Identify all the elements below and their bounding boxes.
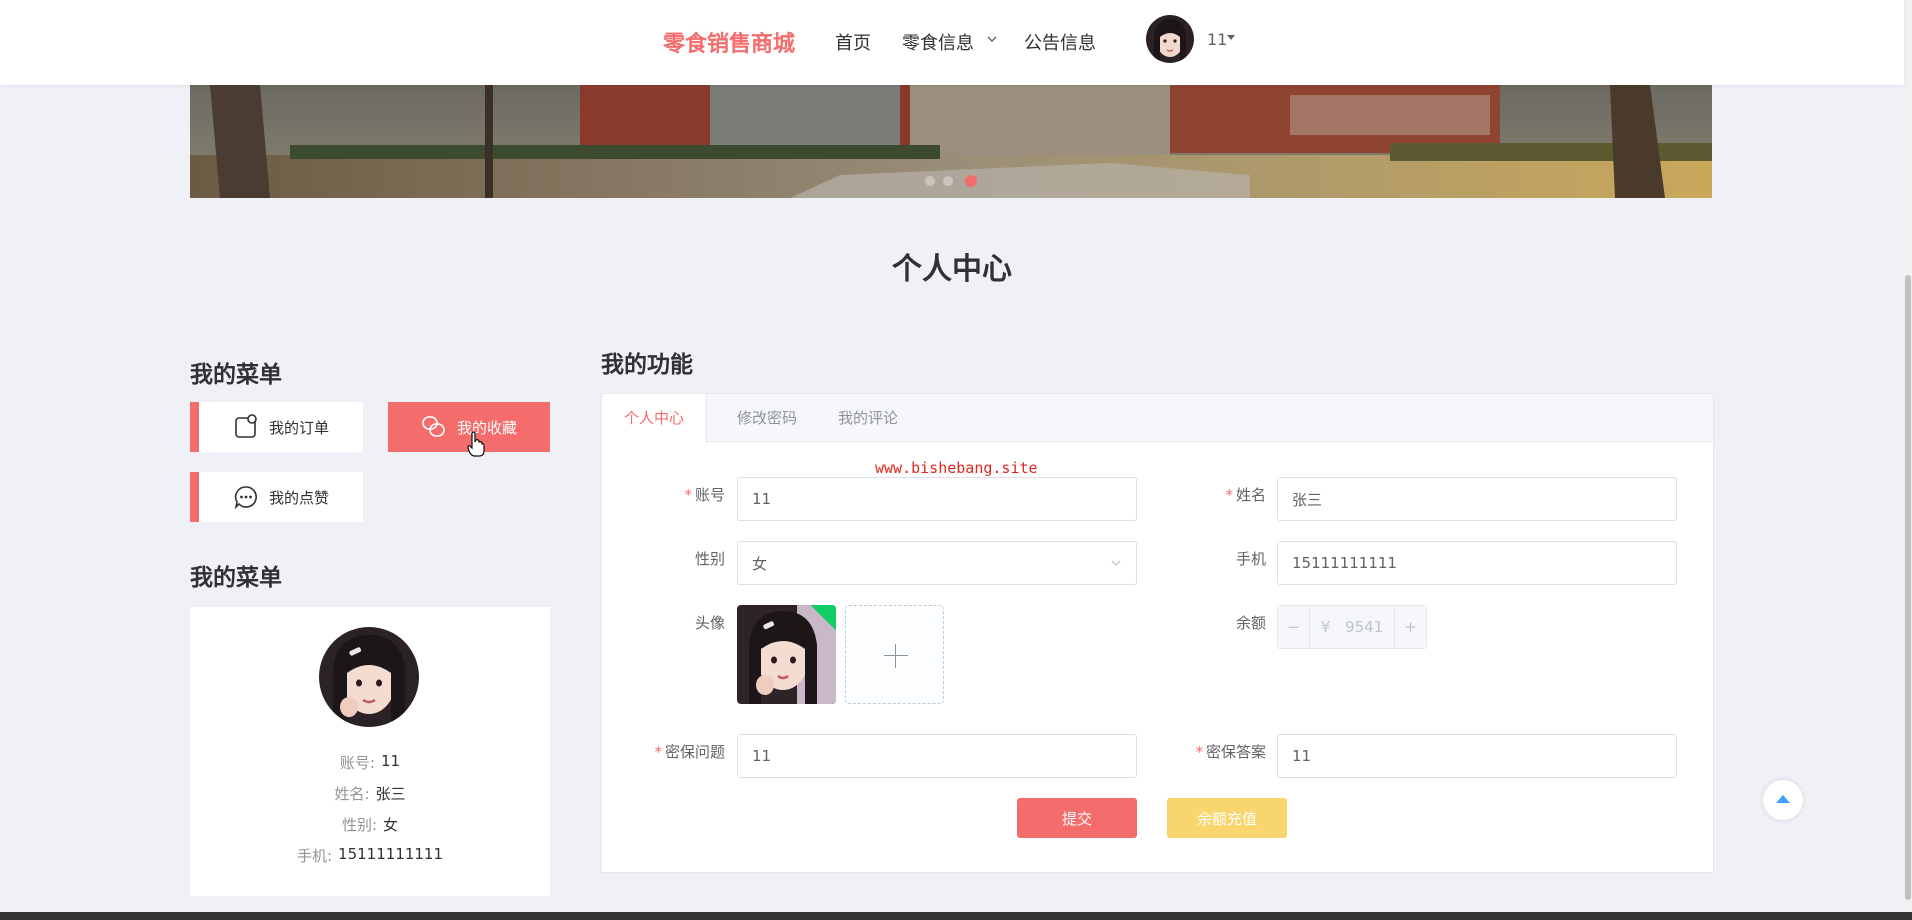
currency-symbol: ¥ bbox=[1320, 618, 1331, 636]
profile-phone-row: 手机: 15111111111 bbox=[190, 845, 550, 866]
balance-label-text: 余额 bbox=[1235, 614, 1266, 632]
avatar-label: 头像 bbox=[635, 612, 725, 633]
security-question-value: 11 bbox=[752, 747, 772, 765]
my-likes-label: 我的点赞 bbox=[268, 488, 329, 507]
security-answer-label-text: 密保答案 bbox=[1205, 743, 1266, 761]
profile-card: 账号: 11 姓名: 张三 性别: 女 手机: 15111111111 bbox=[190, 607, 550, 896]
name-input-value: 张三 bbox=[1292, 490, 1323, 509]
security-answer-value: 11 bbox=[1292, 747, 1312, 765]
minus-icon: − bbox=[1278, 606, 1310, 648]
profile-gender-row: 性别: 女 bbox=[190, 814, 550, 835]
menu-title: 我的菜单 bbox=[190, 362, 282, 388]
my-favorites-label: 我的收藏 bbox=[456, 418, 517, 437]
phone-input[interactable]: 15111111111 bbox=[1277, 541, 1677, 585]
profile-phone-value: 15111111111 bbox=[338, 845, 444, 863]
watermark-text: www.bishebang.site bbox=[875, 459, 1038, 477]
phone-input-value: 15111111111 bbox=[1292, 554, 1397, 572]
nav-notice-info[interactable]: 公告信息 bbox=[1024, 29, 1096, 55]
avatar-upload-button[interactable] bbox=[845, 605, 944, 704]
back-to-top-button[interactable] bbox=[1763, 780, 1803, 820]
tab-my-comments[interactable]: 我的评论 bbox=[828, 394, 908, 442]
name-label: * 姓名 bbox=[1176, 484, 1266, 505]
tab-change-password[interactable]: 修改密码 bbox=[727, 394, 807, 442]
recharge-button[interactable]: 余额充值 bbox=[1167, 798, 1287, 838]
security-question-input[interactable]: 11 bbox=[737, 734, 1137, 778]
user-avatar[interactable] bbox=[1146, 15, 1194, 63]
gender-select[interactable]: 女 bbox=[737, 541, 1137, 585]
name-label-text: 姓名 bbox=[1235, 486, 1266, 504]
balance-label: 余额 bbox=[1176, 612, 1266, 633]
plus-icon-vertical bbox=[895, 644, 896, 668]
chevron-down-icon[interactable] bbox=[986, 33, 998, 45]
security-answer-input[interactable]: 11 bbox=[1277, 734, 1677, 778]
profile-account-row: 账号: 11 bbox=[190, 752, 550, 773]
favorite-icon bbox=[422, 416, 445, 437]
profile-section-title: 我的菜单 bbox=[190, 565, 282, 591]
phone-label: 手机 bbox=[1176, 548, 1266, 569]
profile-name-row: 姓名: 张三 bbox=[190, 783, 550, 804]
banner-image bbox=[190, 85, 1712, 198]
balance-value: 9541 bbox=[1345, 618, 1384, 636]
chat-bubble-icon bbox=[234, 486, 257, 510]
required-mark: * bbox=[684, 486, 692, 504]
gender-label-text: 性别 bbox=[694, 550, 725, 568]
tab-bar: 个人中心 修改密码 我的评论 bbox=[602, 394, 1713, 443]
security-answer-label: * 密保答案 bbox=[1146, 741, 1266, 762]
nav-home[interactable]: 首页 bbox=[835, 29, 871, 55]
username-label[interactable]: 11 bbox=[1207, 30, 1227, 49]
order-icon bbox=[235, 414, 257, 438]
name-input[interactable]: 张三 bbox=[1277, 477, 1677, 521]
banner-carousel[interactable] bbox=[190, 85, 1712, 198]
profile-account-key: 账号: bbox=[339, 754, 375, 772]
gender-select-value: 女 bbox=[752, 554, 768, 573]
security-question-label: * 密保问题 bbox=[605, 741, 725, 762]
required-mark: * bbox=[1225, 486, 1233, 504]
profile-account-value: 11 bbox=[380, 752, 401, 770]
chevron-down-icon bbox=[1111, 560, 1121, 566]
balance-value-display: ¥ 9541 bbox=[1310, 618, 1394, 636]
my-orders-label: 我的订单 bbox=[268, 418, 329, 437]
profile-phone-key: 手机: bbox=[296, 847, 333, 865]
brand-logo-text[interactable]: 零食销售商城 bbox=[663, 26, 795, 58]
profile-name-key: 姓名: bbox=[334, 785, 370, 803]
bottom-edge-bar bbox=[0, 912, 1912, 920]
account-label-text: 账号 bbox=[694, 486, 725, 504]
plus-icon bbox=[884, 655, 908, 656]
profile-avatar bbox=[319, 627, 419, 727]
plus-icon: + bbox=[1394, 606, 1426, 648]
caret-down-icon[interactable] bbox=[1227, 35, 1235, 40]
profile-gender-value: 女 bbox=[383, 816, 399, 834]
hand-cursor-icon bbox=[467, 431, 485, 457]
required-mark: * bbox=[654, 743, 662, 761]
page-title: 个人中心 bbox=[892, 252, 1012, 287]
account-input-value: 11 bbox=[752, 490, 772, 508]
account-label: * 账号 bbox=[635, 484, 725, 505]
nav-snack-info[interactable]: 零食信息 bbox=[902, 29, 974, 55]
balance-stepper: − ¥ 9541 + bbox=[1277, 605, 1427, 649]
avatar-label-text: 头像 bbox=[694, 614, 725, 632]
page-scrollbar[interactable] bbox=[1904, 0, 1912, 920]
phone-label-text: 手机 bbox=[1235, 550, 1266, 568]
top-navbar: 零食销售商城 首页 零食信息 公告信息 11 bbox=[0, 0, 1904, 85]
carousel-dot[interactable] bbox=[925, 176, 935, 186]
security-question-label-text: 密保问题 bbox=[664, 743, 725, 761]
scrollbar-thumb[interactable] bbox=[1905, 275, 1911, 900]
carousel-dot[interactable] bbox=[943, 176, 953, 186]
profile-gender-key: 性别: bbox=[341, 816, 378, 834]
my-orders-button[interactable]: 我的订单 bbox=[190, 402, 363, 452]
my-likes-button[interactable]: 我的点赞 bbox=[190, 472, 363, 522]
carousel-dot-active[interactable] bbox=[965, 175, 977, 187]
gender-label: 性别 bbox=[635, 548, 725, 569]
arrow-up-icon bbox=[1776, 795, 1790, 803]
submit-button[interactable]: 提交 bbox=[1017, 798, 1137, 838]
tab-personal-center[interactable]: 个人中心 bbox=[602, 394, 707, 443]
required-mark: * bbox=[1195, 743, 1203, 761]
function-section-title: 我的功能 bbox=[601, 352, 693, 378]
account-input[interactable]: 11 bbox=[737, 477, 1137, 521]
profile-name-value: 张三 bbox=[375, 785, 406, 803]
avatar-upload-preview[interactable] bbox=[737, 605, 836, 704]
